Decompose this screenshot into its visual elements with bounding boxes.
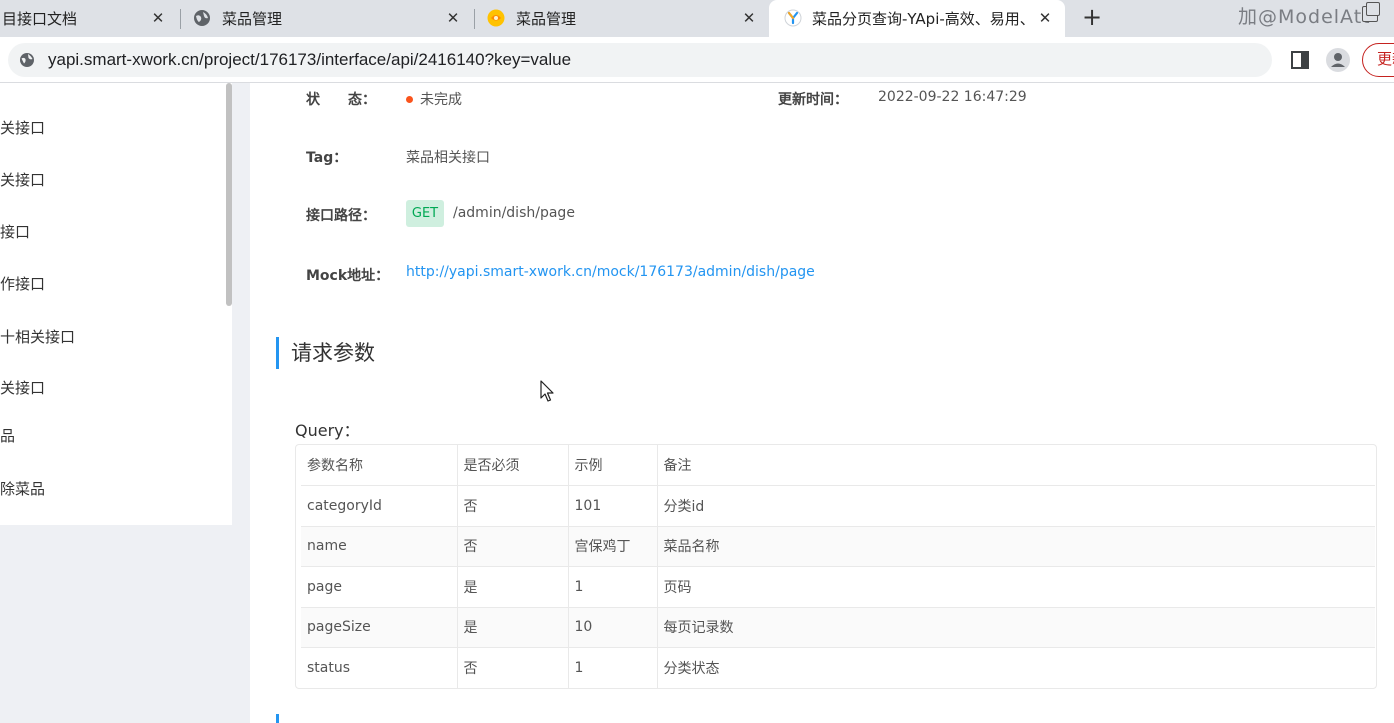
table-row: page 是 1 页码 xyxy=(301,566,1375,608)
table-header-row: 参数名称 是否必须 示例 备注 xyxy=(301,445,1375,486)
browser-toolbar: yapi.smart-xwork.cn/project/176173/inter… xyxy=(0,37,1394,83)
param-required-cell: 否 xyxy=(457,526,569,567)
tab-title: 菜品分页查询-YApi-高效、易用、 xyxy=(812,10,1031,28)
status-label: 状 态： xyxy=(306,92,376,108)
new-tab-button[interactable]: + xyxy=(1079,4,1105,30)
interface-sidebar: 关接口 关接口 接口 作接口 十相关接口 关接口 品 除菜品 xyxy=(0,83,232,525)
query-params-table: 参数名称 是否必须 示例 备注 categoryId 否 101 分类id na… xyxy=(295,444,1377,689)
browser-tab-strip: 目接口文档 ✕ 菜品管理 ✕ 菜品管理 ✕ 菜品分页查询-YApi-高效、易用、… xyxy=(0,0,1394,37)
close-icon[interactable]: ✕ xyxy=(149,9,167,27)
param-remark-cell: 分类状态 xyxy=(663,661,720,677)
sidebar-item[interactable]: 作接口 xyxy=(0,273,45,294)
tab-title: 目接口文档 xyxy=(2,10,78,28)
column-header: 是否必须 xyxy=(457,445,569,486)
param-required-cell: 是 xyxy=(457,607,569,648)
tab-separator xyxy=(474,9,475,29)
tag-label: Tag： xyxy=(306,150,348,166)
sidebar-item[interactable]: 十相关接口 xyxy=(0,326,75,347)
side-panel-icon[interactable] xyxy=(1287,47,1313,73)
next-section-heading-marker xyxy=(276,714,279,723)
sidebar-item[interactable]: 除菜品 xyxy=(0,478,45,499)
request-params-heading: 请求参数 xyxy=(276,337,375,369)
param-remark-cell: 分类id xyxy=(657,485,1375,527)
column-header: 参数名称 xyxy=(301,445,458,486)
status-value: 未完成 xyxy=(406,89,462,109)
param-example-cell: 1 xyxy=(568,566,658,608)
param-remark-cell: 每页记录数 xyxy=(657,607,1375,648)
reggie-logo-icon xyxy=(487,9,505,27)
param-example-cell: 101 xyxy=(568,485,658,527)
param-required-cell: 否 xyxy=(457,647,569,688)
profile-avatar-icon[interactable] xyxy=(1325,47,1351,73)
param-name-cell: pageSize xyxy=(301,607,458,648)
tag-value: 菜品相关接口 xyxy=(406,150,490,166)
method-badge: GET xyxy=(406,200,444,227)
status-dot-icon xyxy=(406,95,413,103)
sidebar-item[interactable]: 关接口 xyxy=(0,117,45,138)
tab-dish-management-1[interactable]: 菜品管理 ✕ xyxy=(182,0,472,37)
sidebar-item[interactable]: 接口 xyxy=(0,221,30,242)
close-icon[interactable]: ✕ xyxy=(1036,9,1054,27)
param-name-cell: name xyxy=(301,526,458,567)
tab-dish-management-2[interactable]: 菜品管理 ✕ xyxy=(476,0,766,37)
column-header: 备注 xyxy=(657,445,1375,486)
watermark-text: 加@ModelAtt xyxy=(1238,6,1371,28)
updated-time-value: 2022-09-22 16:47:29 xyxy=(878,89,1027,105)
param-required-cell: 否 xyxy=(457,485,569,527)
column-header: 示例 xyxy=(568,445,658,486)
address-bar[interactable]: yapi.smart-xwork.cn/project/176173/inter… xyxy=(8,43,1272,77)
sidebar-item[interactable]: 品 xyxy=(0,425,15,446)
site-info-icon[interactable] xyxy=(19,52,35,68)
updated-time-label: 更新时间： xyxy=(778,92,848,108)
table-row: status 否 1 分类状态 xyxy=(301,647,1375,688)
yapi-logo-icon xyxy=(784,9,802,27)
param-example-cell: 1 xyxy=(568,647,658,688)
param-example-cell: 10 xyxy=(568,607,658,648)
table-row: pageSize 是 10 每页记录数 xyxy=(301,607,1375,648)
path-label: 接口路径： xyxy=(306,208,376,224)
path-value: /admin/dish/page xyxy=(453,205,575,221)
sidebar-item[interactable]: 关接口 xyxy=(0,377,45,398)
param-example-cell: 宫保鸡丁 xyxy=(568,526,658,567)
param-required-cell: 是 xyxy=(457,566,569,608)
update-button[interactable]: 更新 xyxy=(1362,43,1394,77)
mock-url-link[interactable]: http://yapi.smart-xwork.cn/mock/176173/a… xyxy=(406,264,815,280)
globe-icon xyxy=(194,10,210,26)
url-text[interactable]: yapi.smart-xwork.cn/project/176173/inter… xyxy=(48,50,571,70)
close-icon[interactable]: ✕ xyxy=(444,9,462,27)
status-text: 未完成 xyxy=(420,92,462,108)
tab-yapi-dish-page-query[interactable]: 菜品分页查询-YApi-高效、易用、 ✕ xyxy=(769,0,1065,37)
mock-label: Mock地址： xyxy=(306,268,390,284)
param-name-cell: page xyxy=(301,566,458,608)
tab-separator xyxy=(180,9,181,29)
param-name-cell: status xyxy=(301,647,458,688)
table-row: name 否 宫保鸡丁 菜品名称 xyxy=(301,526,1375,567)
sidebar-scrollbar[interactable] xyxy=(226,83,232,306)
close-icon[interactable]: ✕ xyxy=(740,9,758,27)
tab-interface-docs[interactable]: 目接口文档 ✕ xyxy=(0,0,178,37)
param-name-cell: categoryId xyxy=(301,485,458,527)
sidebar-item[interactable]: 关接口 xyxy=(0,169,45,190)
query-label: Query： xyxy=(295,421,360,440)
mouse-cursor-icon xyxy=(540,380,554,402)
window-restore-back-icon xyxy=(1366,2,1380,16)
param-remark-cell: 页码 xyxy=(657,566,1375,608)
param-remark-cell: 菜品名称 xyxy=(657,526,1375,567)
table-row: categoryId 否 101 分类id xyxy=(301,485,1375,527)
